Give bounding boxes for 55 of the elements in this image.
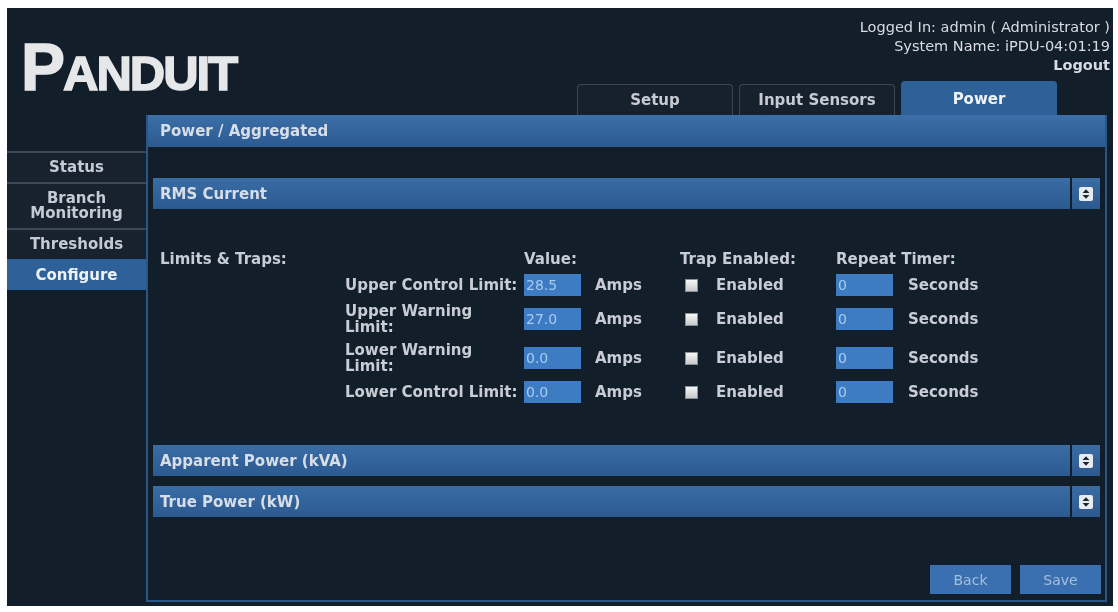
- unit-text: Amps: [595, 384, 642, 400]
- toggle-button[interactable]: [1072, 486, 1100, 517]
- brand-logo: PANDUIT: [21, 34, 237, 100]
- timer-field[interactable]: 0: [836, 274, 893, 296]
- sidebar-item[interactable]: Configure: [7, 259, 146, 290]
- checkbox-label: Enabled: [716, 384, 784, 400]
- sidebar-item[interactable]: Status: [7, 151, 146, 182]
- field-label: Lower Control Limit:: [345, 384, 518, 400]
- checkbox[interactable]: [685, 351, 698, 365]
- checkbox[interactable]: [685, 278, 698, 292]
- checkbox[interactable]: [685, 312, 698, 326]
- value-field[interactable]: 28.5: [524, 274, 581, 296]
- timer-field[interactable]: 0: [836, 381, 893, 403]
- unit-text: Seconds: [908, 384, 979, 400]
- tab[interactable]: Input Sensors: [739, 84, 895, 115]
- sidebar-item[interactable]: Thresholds: [7, 228, 146, 259]
- toggle-button[interactable]: [1072, 445, 1100, 476]
- section-label: Limits & Traps:: [160, 251, 287, 267]
- logout-link[interactable]: Logout: [1053, 56, 1110, 75]
- timer-field[interactable]: 0: [836, 308, 893, 330]
- checkbox-label: Enabled: [716, 311, 784, 327]
- column-header: Repeat Timer:: [836, 251, 956, 267]
- section-header[interactable]: Apparent Power (kVA): [153, 445, 1070, 476]
- unit-text: Amps: [595, 350, 642, 366]
- updown-arrows-icon: [1079, 186, 1093, 201]
- toggle-button[interactable]: [1072, 178, 1100, 209]
- tab[interactable]: Setup: [577, 84, 733, 115]
- timer-field[interactable]: 0: [836, 347, 893, 369]
- field-label: Upper Warning Limit:: [345, 303, 474, 335]
- section-header[interactable]: True Power (kW): [153, 486, 1070, 517]
- panel-title: Power / Aggregated: [148, 115, 1105, 147]
- field-label: Lower Warning Limit:: [345, 342, 474, 374]
- login-status-text: Logged In: admin ( Administrator ): [859, 18, 1110, 37]
- unit-text: Seconds: [908, 277, 979, 293]
- sidebar-item[interactable]: Branch Monitoring: [7, 182, 146, 228]
- unit-text: Seconds: [908, 311, 979, 327]
- form-button[interactable]: Save: [1020, 565, 1101, 594]
- column-header: Value:: [524, 251, 577, 267]
- checkbox[interactable]: [685, 385, 698, 399]
- unit-text: Amps: [595, 311, 642, 327]
- unit-text: Seconds: [908, 350, 979, 366]
- updown-arrows-icon: [1079, 453, 1093, 468]
- field-label: Upper Control Limit:: [345, 277, 518, 293]
- section-header[interactable]: RMS Current: [153, 178, 1070, 209]
- checkbox-label: Enabled: [716, 350, 784, 366]
- checkbox-label: Enabled: [716, 277, 784, 293]
- value-field[interactable]: 0.0: [524, 347, 581, 369]
- value-field[interactable]: 0.0: [524, 381, 581, 403]
- updown-arrows-icon: [1079, 494, 1093, 509]
- value-field[interactable]: 27.0: [524, 308, 581, 330]
- tab[interactable]: Power: [901, 81, 1057, 115]
- system-name-text: System Name: iPDU-04:01:19: [894, 37, 1110, 56]
- unit-text: Amps: [595, 277, 642, 293]
- form-button[interactable]: Back: [930, 565, 1011, 594]
- column-header: Trap Enabled:: [680, 251, 796, 267]
